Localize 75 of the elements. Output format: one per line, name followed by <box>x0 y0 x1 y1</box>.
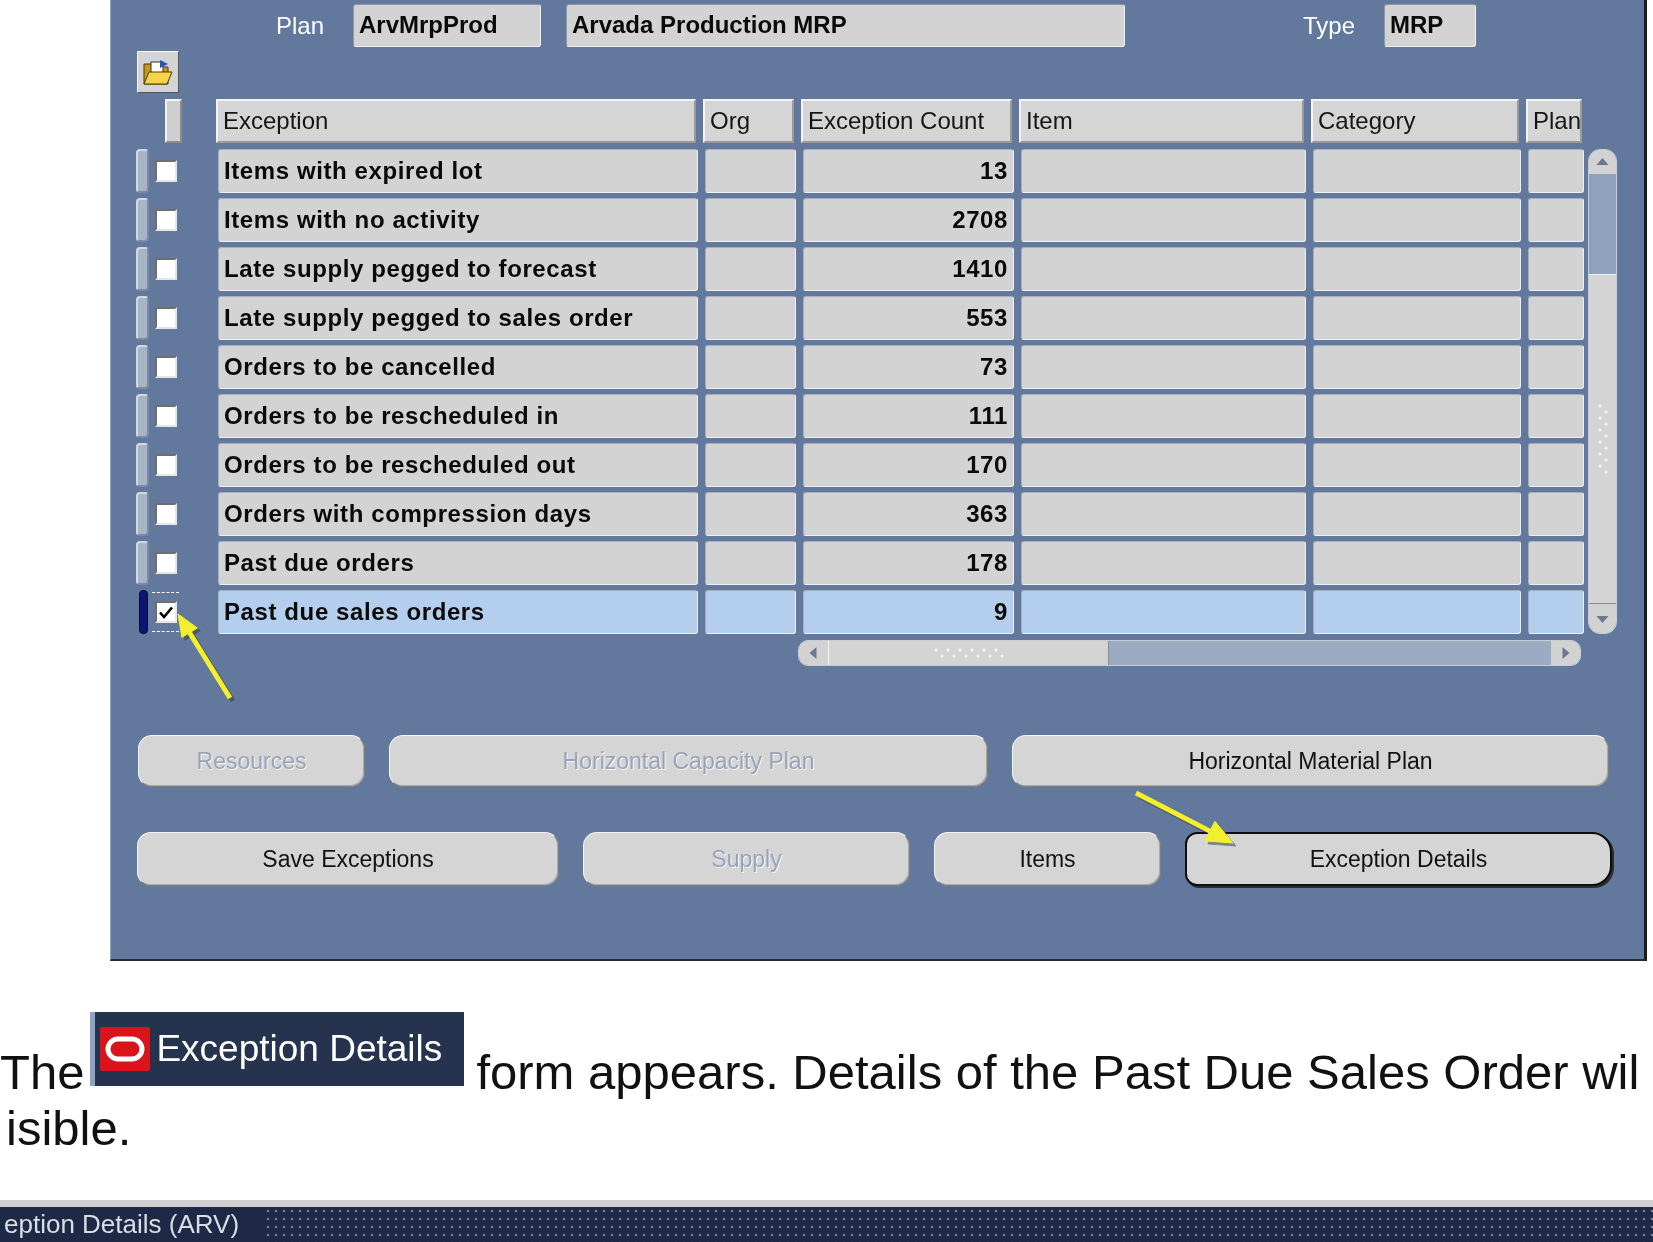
column-header: Plan <box>1526 99 1582 143</box>
table-cell: Items with expired lot <box>218 149 698 193</box>
checkbox[interactable] <box>154 209 177 231</box>
row-header-bar <box>165 99 182 143</box>
checkbox[interactable] <box>154 356 177 378</box>
table-cell: Past due sales orders <box>218 590 698 634</box>
checkbox[interactable] <box>154 160 177 182</box>
folder-icon <box>143 58 173 86</box>
checkmark-icon <box>158 605 173 619</box>
table-cell: 2708 <box>803 198 1014 242</box>
table-cell: 553 <box>803 296 1014 340</box>
push-button[interactable]: Save Exceptions <box>137 832 559 886</box>
push-button[interactable]: Items <box>934 832 1161 886</box>
table-cell: 9 <box>803 590 1014 634</box>
checkbox[interactable] <box>154 503 177 525</box>
grip-icon <box>1596 403 1609 475</box>
plan-name-field[interactable]: Arvada Production MRP <box>566 4 1125 47</box>
plan-type-field[interactable]: MRP <box>1384 4 1476 47</box>
table-cell <box>1528 590 1584 634</box>
caret-down-icon[interactable] <box>1589 604 1616 633</box>
column-header: Org <box>703 99 794 143</box>
plan-code-field[interactable]: ArvMrpProd <box>353 4 541 47</box>
table-cell: Items with no activity <box>218 198 698 242</box>
table-cell <box>1528 247 1584 291</box>
table-cell <box>1528 443 1584 487</box>
caption-text: isible. <box>6 1100 132 1156</box>
window-title: eption Details (ARV) <box>0 1207 262 1242</box>
table-cell: 1410 <box>803 247 1014 291</box>
table-cell: Late supply pegged to forecast <box>218 247 698 291</box>
push-button[interactable]: Exception Details <box>1185 832 1612 886</box>
table-cell: Orders to be rescheduled in <box>218 394 698 438</box>
checkbox[interactable] <box>154 258 177 280</box>
table-cell: Orders with compression days <box>218 492 698 536</box>
column-header: Item <box>1019 99 1304 143</box>
column-header: Exception Count <box>801 99 1012 143</box>
caret-right-icon[interactable] <box>1551 641 1580 665</box>
checkbox[interactable] <box>154 454 177 476</box>
caption-text: The <box>0 1044 85 1100</box>
table-cell <box>1528 149 1584 193</box>
table-cell <box>1528 296 1584 340</box>
scrollbar-thumb[interactable] <box>828 641 1109 665</box>
caret-up-icon[interactable] <box>1589 150 1616 174</box>
table-cell: 178 <box>803 541 1014 585</box>
plan-label: Plan <box>276 11 326 41</box>
checkbox[interactable] <box>154 552 177 574</box>
checkbox[interactable] <box>154 307 177 329</box>
column-header: Category <box>1311 99 1519 143</box>
table-cell: 170 <box>803 443 1014 487</box>
table-cell: Late supply pegged to sales order <box>218 296 698 340</box>
checkbox[interactable] <box>154 405 177 427</box>
table-cell: 13 <box>803 149 1014 193</box>
table-cell <box>1528 198 1584 242</box>
table-cell: Past due orders <box>218 541 698 585</box>
type-label: Type <box>1303 11 1357 41</box>
table-cell: 111 <box>803 394 1014 438</box>
table-cell <box>1528 541 1584 585</box>
table-cell <box>1528 345 1584 389</box>
checkbox[interactable] <box>154 601 177 623</box>
caption-text: form appears. Details of the Past Due Sales Order wil <box>476 1044 1640 1100</box>
record-indicator[interactable] <box>139 590 148 634</box>
vertical-scrollbar[interactable] <box>1588 149 1617 634</box>
table-cell: 363 <box>803 492 1014 536</box>
table-cell: Orders to be rescheduled out <box>218 443 698 487</box>
caret-left-icon[interactable] <box>799 641 828 665</box>
badge-title: Exception Details <box>156 1028 443 1070</box>
column-header: Exception <box>216 99 696 143</box>
table-cell <box>1528 492 1584 536</box>
table-cell: 73 <box>803 345 1014 389</box>
horizontal-scrollbar[interactable] <box>798 640 1581 666</box>
table-cell: Orders to be cancelled <box>218 345 698 389</box>
folder-button[interactable] <box>137 51 179 93</box>
ring-icon <box>100 1027 151 1071</box>
grip-icon <box>932 647 1005 659</box>
push-button[interactable]: Horizontal Material Plan <box>1012 735 1609 787</box>
table-cell <box>1528 394 1584 438</box>
